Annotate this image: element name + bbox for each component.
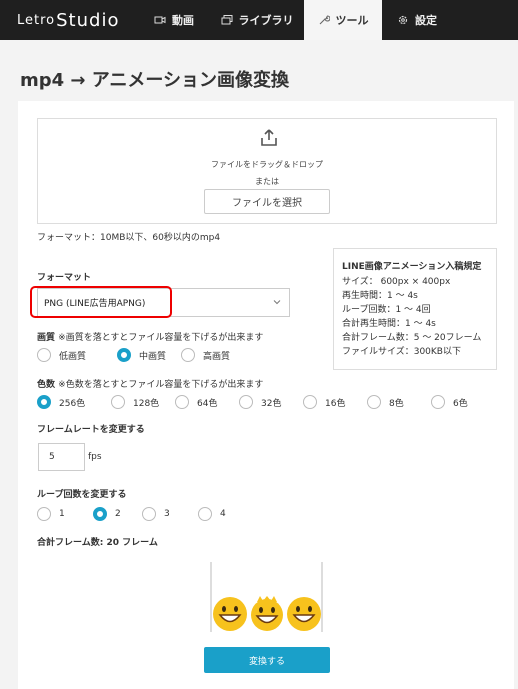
select-file-button[interactable]: ファイルを選択 xyxy=(204,189,330,214)
highlight-annotation xyxy=(30,286,172,318)
radio-circle[interactable] xyxy=(367,395,381,409)
logo-text-big: Studio xyxy=(56,9,120,31)
quality-label: 画質 ※画質を落とすとファイル容量を下げるが出来ます xyxy=(37,330,263,343)
colors-option-256[interactable]: 256色 xyxy=(37,395,111,409)
quality-option-medium[interactable]: 中画質 xyxy=(117,348,181,362)
nav-item-library[interactable]: ライブラリ xyxy=(210,0,304,40)
colors-option-64[interactable]: 64色 xyxy=(175,395,239,409)
quality-option-low[interactable]: 低画質 xyxy=(37,348,117,362)
fps-unit: fps xyxy=(88,452,102,462)
radio-circle[interactable] xyxy=(303,395,317,409)
radio-label: 256色 xyxy=(59,398,86,409)
app-logo[interactable]: Letro Studio xyxy=(0,0,138,40)
line-spec-box: LINE画像アニメーション入稿規定 サイズ： 600px × 400px 再生時… xyxy=(333,248,497,370)
colors-option-16[interactable]: 16色 xyxy=(303,395,367,409)
library-icon xyxy=(221,15,232,25)
quality-option-high[interactable]: 高画質 xyxy=(181,348,261,362)
radio-circle-selected[interactable] xyxy=(117,348,131,362)
page-title: mp4 → アニメーション画像変換 xyxy=(20,70,290,91)
loop-option-3[interactable]: 3 xyxy=(142,507,198,521)
nav-item-settings[interactable]: 設定 xyxy=(382,0,452,40)
radio-label: 1 xyxy=(59,509,65,519)
smiley-face-icon xyxy=(251,596,283,631)
smiley-face-icon xyxy=(213,597,247,631)
radio-label: 16色 xyxy=(325,398,346,409)
nav-item-label: ライブラリ xyxy=(238,14,294,27)
loop-option-4[interactable]: 4 xyxy=(198,507,238,521)
upload-icon xyxy=(261,129,277,146)
radio-circle[interactable] xyxy=(175,395,189,409)
main-nav: 動画 ライブラリ ツール 設定 xyxy=(138,0,452,40)
loop-option-2[interactable]: 2 xyxy=(93,507,142,521)
quality-radio-group: 低画質 中画質 高画質 xyxy=(37,348,261,362)
radio-circle[interactable] xyxy=(142,507,156,521)
radio-circle[interactable] xyxy=(111,395,125,409)
colors-option-8[interactable]: 8色 xyxy=(367,395,431,409)
loop-option-1[interactable]: 1 xyxy=(37,507,93,521)
drop-instruction: ファイルをドラッグ＆ドロップ xyxy=(211,160,323,169)
upload-format-note: フォーマット：10MB以下、60秒以内のmp4 xyxy=(37,233,221,243)
quality-note: ※画質を落とすとファイル容量を下げるが出来ます xyxy=(58,333,264,343)
colors-option-32[interactable]: 32色 xyxy=(239,395,303,409)
radio-label: 高画質 xyxy=(203,351,231,362)
radio-label: 低画質 xyxy=(59,351,87,362)
radio-label: 中画質 xyxy=(139,351,167,362)
nav-item-label: 設定 xyxy=(415,14,437,27)
line-spec-title: LINE画像アニメーション入稿規定 xyxy=(342,262,482,272)
radio-label: 32色 xyxy=(261,398,282,409)
framerate-label: フレームレートを変更する xyxy=(37,425,145,435)
top-navigation-bar: Letro Studio 動画 ライブラリ ツール 設定 xyxy=(0,0,518,40)
file-dropzone[interactable]: ファイルをドラッグ＆ドロップ または ファイルを選択 xyxy=(37,118,497,224)
logo-text-small: Letro xyxy=(17,12,56,28)
radio-circle-selected[interactable] xyxy=(93,507,107,521)
nav-item-label: ツール xyxy=(335,14,369,27)
radio-label: 6色 xyxy=(453,398,468,409)
radio-circle[interactable] xyxy=(431,395,445,409)
nav-item-label: 動画 xyxy=(172,14,194,27)
radio-label: 8色 xyxy=(389,398,404,409)
line-spec-row: サイズ： 600px × 400px xyxy=(342,277,451,287)
line-spec-row: ループ回数：1 ～ 4回 xyxy=(342,305,431,315)
gear-icon xyxy=(398,15,408,25)
colors-label: 色数 ※色数を落とすとファイル容量を下げるが出来ます xyxy=(37,377,263,390)
radio-label: 4 xyxy=(220,509,226,519)
radio-circle[interactable] xyxy=(37,507,51,521)
colors-option-128[interactable]: 128色 xyxy=(111,395,175,409)
animation-preview xyxy=(210,562,323,632)
colors-note: ※色数を落とすとファイル容量を下げるが出来ます xyxy=(58,380,264,390)
nav-item-videos[interactable]: 動画 xyxy=(138,0,210,40)
line-spec-row: 再生時間：1 ～ 4s xyxy=(342,291,418,301)
radio-circle[interactable] xyxy=(239,395,253,409)
line-spec-row: 合計フレーム数：5 ～ 20フレーム xyxy=(342,333,482,343)
total-frames-label: 合計フレーム数: 20 フレーム xyxy=(37,538,158,548)
colors-option-6[interactable]: 6色 xyxy=(431,395,471,409)
video-icon xyxy=(154,16,166,24)
radio-label: 128色 xyxy=(133,398,160,409)
radio-circle[interactable] xyxy=(181,348,195,362)
line-spec-row: 合計再生時間：1 ～ 4s xyxy=(342,319,436,329)
format-label: フォーマット xyxy=(37,273,92,283)
smiley-face-icon xyxy=(287,597,321,631)
radio-label: 64色 xyxy=(197,398,218,409)
line-spec-row: ファイルサイズ：300KB以下 xyxy=(342,347,461,357)
convert-button[interactable]: 変換する xyxy=(204,647,330,673)
fps-input[interactable]: 5 xyxy=(38,443,85,471)
nav-item-tools[interactable]: ツール xyxy=(304,0,382,40)
radio-circle[interactable] xyxy=(37,348,51,362)
colors-radio-group: 256色 128色 64色 32色 16色 8色 6色 xyxy=(37,395,471,409)
colors-label-text: 色数 xyxy=(37,380,56,390)
radio-label: 3 xyxy=(164,509,170,519)
drop-or-text: または xyxy=(255,177,279,186)
chevron-down-icon xyxy=(273,300,281,305)
radio-label: 2 xyxy=(115,509,121,519)
wrench-icon xyxy=(319,15,330,25)
radio-circle-selected[interactable] xyxy=(37,395,51,409)
loop-radio-group: 1 2 3 4 xyxy=(37,507,238,521)
radio-circle[interactable] xyxy=(198,507,212,521)
loop-label: ループ回数を変更する xyxy=(37,490,127,500)
quality-label-text: 画質 xyxy=(37,333,56,343)
